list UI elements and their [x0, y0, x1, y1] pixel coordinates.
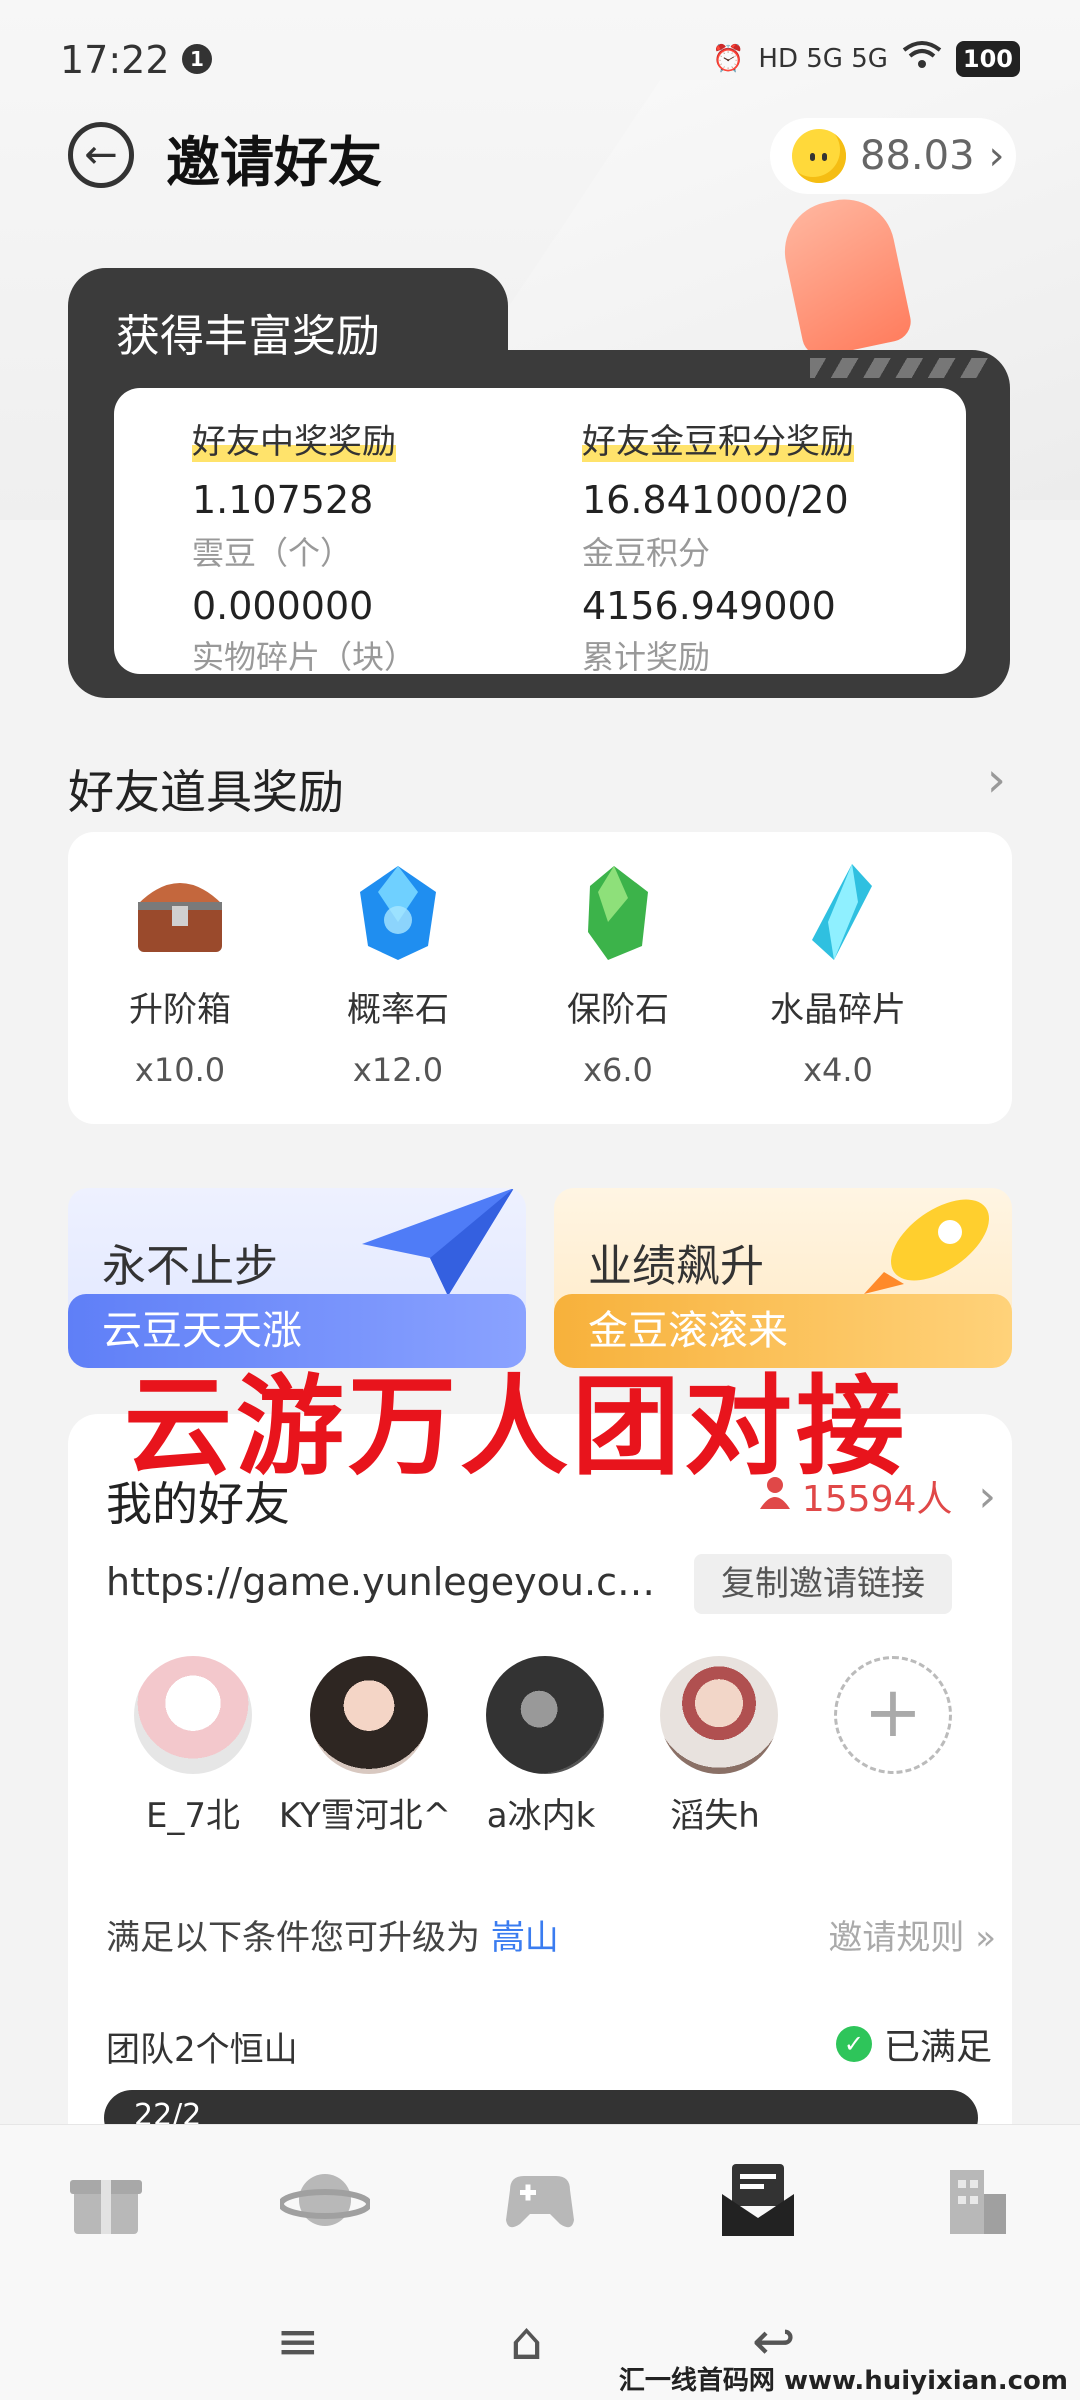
add-friend-button[interactable]: + — [834, 1656, 952, 1774]
condition-status-label: 已满足 — [883, 2027, 992, 2068]
status-indicators: ⏰ HD 5G 5G 100 — [712, 40, 1020, 77]
crystal-shard-icon — [788, 862, 888, 962]
friend-prize-reward-label: 好友中奖奖励 — [192, 422, 396, 462]
back-button[interactable]: ← — [68, 122, 134, 188]
status-time: 17:22 — [60, 38, 170, 82]
prop-name: 水晶碎片 — [770, 990, 906, 1030]
upgrade-text: 满足以下条件您可升级为 嵩山 — [106, 1910, 559, 1959]
avatar[interactable] — [310, 1656, 428, 1774]
prop-count: x4.0 — [803, 1051, 873, 1089]
coin-icon — [792, 129, 846, 183]
promo-title: 业绩飙升 — [588, 1241, 764, 1292]
wifi-icon — [902, 40, 942, 77]
condition-status: ✓ 已满足 — [835, 2018, 992, 2070]
decorative-stripes — [810, 358, 990, 378]
avatar[interactable] — [660, 1656, 778, 1774]
gift-icon[interactable] — [66, 2160, 146, 2240]
building-icon[interactable] — [936, 2160, 1016, 2240]
upgrade-level[interactable]: 嵩山 — [491, 1918, 559, 1958]
home-icon[interactable]: ⌂ — [510, 2312, 543, 2372]
chevron-right-icon: › — [988, 133, 1005, 179]
gold-points-unit: 金豆积分 — [582, 534, 711, 572]
check-icon: ✓ — [835, 2026, 872, 2062]
avatar-name: KY雪河北^ — [278, 1796, 452, 1836]
avatar-name: a冰内k — [486, 1796, 596, 1836]
prop-name: 概率石 — [347, 990, 449, 1030]
cloud-bean-unit: 雲豆（个） — [192, 534, 353, 572]
team-condition: 团队2个恒山 — [106, 2030, 298, 2070]
prop-item[interactable]: 概率石 x12.0 — [288, 862, 508, 1089]
watermark: 汇一线首码网 www.huiyixian.com — [618, 2366, 1068, 2396]
props-card: 升阶箱 x10.0 概率石 x12.0 保阶石 x6.0 水晶碎片 x4.0 — [68, 832, 1012, 1124]
menu-icon[interactable]: ≡ — [276, 2312, 320, 2372]
prop-count: x12.0 — [352, 1051, 444, 1089]
page-title: 邀请好友 — [166, 131, 382, 194]
rocket-icon — [854, 1188, 1004, 1308]
gold-points-value: 16.841000/20 — [582, 478, 849, 522]
props-section-title: 好友道具奖励 — [68, 765, 344, 819]
gamepad-icon[interactable] — [500, 2160, 580, 2240]
invite-link: https://game.yunlegeyou.co… — [106, 1560, 666, 1604]
chevron-right-icon: › — [978, 1470, 996, 1522]
fragment-unit: 实物碎片（块） — [192, 638, 417, 676]
battery-indicator: 100 — [955, 40, 1020, 77]
prop-name: 升阶箱 — [129, 990, 231, 1030]
total-reward-unit: 累计奖励 — [582, 638, 711, 676]
avatar[interactable] — [134, 1656, 252, 1774]
chevron-right-icon[interactable]: › — [987, 752, 1006, 808]
invite-mail-icon[interactable] — [718, 2160, 798, 2240]
avatar-name: 滔失h — [670, 1796, 760, 1836]
network-indicators: HD 5G 5G — [758, 43, 888, 74]
reward-stats-panel: 好友中奖奖励 1.107528 雲豆（个） 0.000000 实物碎片（块） 好… — [114, 388, 966, 676]
reward-card-title: 获得丰富奖励 — [116, 311, 380, 362]
paper-plane-icon — [358, 1188, 518, 1308]
invite-rules-link[interactable]: 邀请规则 » — [828, 1910, 996, 1959]
avatar-name: E_7北 — [145, 1796, 241, 1836]
notification-badge: 1 — [182, 44, 212, 74]
alarm-icon: ⏰ — [712, 43, 745, 74]
prop-name: 保阶石 — [567, 990, 669, 1030]
arrow-left-icon: ← — [84, 132, 118, 178]
cloud-bean-value: 1.107528 — [192, 478, 374, 522]
treasure-chest-icon — [130, 862, 230, 962]
copy-invite-link-button[interactable]: 复制邀请链接 — [694, 1554, 952, 1614]
prop-count: x6.0 — [583, 1051, 653, 1089]
upgrade-prefix: 满足以下条件您可升级为 — [106, 1918, 480, 1958]
balance-pill[interactable]: 88.03 › — [770, 118, 1016, 194]
promo-title: 永不止步 — [102, 1241, 278, 1292]
planet-icon[interactable] — [278, 2160, 372, 2240]
total-reward-value: 4156.949000 — [582, 584, 836, 628]
blue-gem-icon — [348, 862, 448, 962]
balance-value: 88.03 — [860, 133, 975, 179]
green-gem-icon — [568, 862, 668, 962]
prop-count: x10.0 — [134, 1051, 226, 1089]
avatar[interactable] — [486, 1656, 604, 1774]
gold-bean-reward-label: 好友金豆积分奖励 — [582, 422, 854, 462]
fragment-value: 0.000000 — [192, 584, 374, 628]
prop-item[interactable]: 水晶碎片 x4.0 — [728, 862, 948, 1089]
prop-item[interactable]: 升阶箱 x10.0 — [70, 862, 290, 1089]
prop-item[interactable]: 保阶石 x6.0 — [508, 862, 728, 1089]
overlay-promo-text: 云游万人团对接 — [124, 1365, 909, 1490]
